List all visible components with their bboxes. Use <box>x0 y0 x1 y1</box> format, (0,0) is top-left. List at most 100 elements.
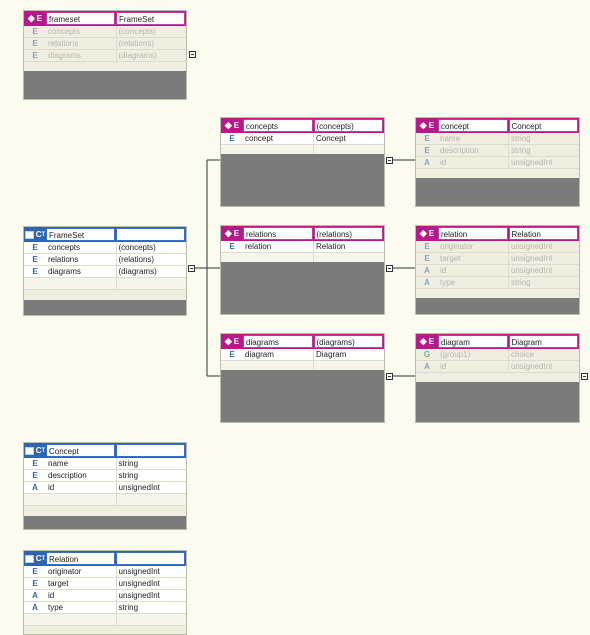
element-type[interactable]: Diagram <box>508 335 578 348</box>
box-header: ◆ E diagram Diagram <box>416 334 579 349</box>
relations-element-box[interactable]: ◆ E relations (relations) Erelation Relati… <box>220 225 385 315</box>
element-type[interactable]: Concept <box>508 119 578 132</box>
child-name: concept <box>245 134 274 143</box>
element-type[interactable]: (relations) <box>313 227 383 240</box>
element-name[interactable]: diagrams <box>243 335 313 348</box>
child-name: diagram <box>245 350 274 359</box>
element-badge: ◆ E <box>419 120 435 130</box>
minus-box-icon[interactable] <box>386 157 393 164</box>
child-row[interactable]: Atype string <box>416 277 579 289</box>
child-row[interactable]: Ediagrams (diagrams) <box>24 50 186 62</box>
element-icon: E <box>32 255 38 264</box>
complex-type-icon <box>24 446 34 455</box>
element-icon: E <box>229 242 235 251</box>
element-type[interactable]: FrameSet <box>116 12 185 25</box>
diamond-icon: ◆ <box>419 336 427 346</box>
element-type[interactable]: (concepts) <box>313 119 383 132</box>
child-name: type <box>440 278 456 287</box>
child-type: unsignedInt <box>115 578 187 589</box>
frameset-complex-type-box[interactable]: CT FrameSet Econcepts (concepts) Erelatio… <box>23 226 187 316</box>
child-row[interactable]: Aid unsignedInt <box>24 482 186 494</box>
child-type: (concepts) <box>115 26 187 37</box>
child-row[interactable]: Aid unsignedInt <box>24 590 186 602</box>
concepts-element-box[interactable]: ◆ E concepts (concepts) Econcept Concept <box>220 117 385 207</box>
child-row[interactable]: Edescription string <box>24 470 186 482</box>
group-icon: G <box>423 350 431 359</box>
child-row[interactable]: Aid unsignedInt <box>416 265 579 277</box>
child-row[interactable]: G (group1) choice <box>416 349 579 361</box>
element-icon: E <box>32 459 38 468</box>
child-row[interactable]: Aid unsignedInt <box>416 157 579 169</box>
element-type[interactable]: Relation <box>508 227 578 240</box>
type-name[interactable]: FrameSet <box>46 228 115 241</box>
minus-box-icon[interactable] <box>188 265 195 272</box>
element-icon: E <box>424 146 430 155</box>
child-name: id <box>48 483 55 492</box>
child-row[interactable]: Etarget unsignedInt <box>416 253 579 265</box>
diamond-icon: ◆ <box>224 336 232 346</box>
relation-complex-type-box[interactable]: CT Relation Eoriginator unsignedInt Etarg… <box>23 550 187 635</box>
attribute-icon: A <box>424 158 430 167</box>
child-row[interactable]: Ename string <box>24 458 186 470</box>
minus-box-icon[interactable] <box>386 265 393 272</box>
complex-type-badge: CT <box>24 227 46 242</box>
child-type: string <box>115 602 187 613</box>
child-row[interactable]: Ediagrams (diagrams) <box>24 266 186 278</box>
type-name[interactable]: Relation <box>46 552 115 565</box>
child-row[interactable]: Edescription string <box>416 145 579 157</box>
concept-complex-type-box[interactable]: CT Concept Ename string Edescription strin… <box>23 442 187 530</box>
element-icon: E <box>32 243 38 252</box>
child-type: string <box>115 458 187 469</box>
child-name: target <box>440 254 461 263</box>
child-row[interactable]: Econcept Concept <box>221 133 384 145</box>
element-icon: E <box>32 39 38 48</box>
box-footer <box>24 71 186 99</box>
minus-box-icon[interactable] <box>189 51 196 58</box>
child-name: concepts <box>48 243 81 252</box>
diamond-icon: ◆ <box>419 120 427 130</box>
type-base[interactable] <box>116 552 185 565</box>
child-row[interactable]: Erelations (relations) <box>24 254 186 266</box>
empty-row <box>24 278 186 290</box>
diagram-element-box[interactable]: ◆ E diagram Diagram G (group1) choice Aid un… <box>415 333 580 423</box>
complex-type-icon <box>24 554 34 563</box>
child-name: relations <box>48 255 79 264</box>
child-row[interactable]: Ediagram Diagram <box>221 349 384 361</box>
child-type: (concepts) <box>115 242 187 253</box>
minus-box-icon[interactable] <box>386 373 393 380</box>
diagrams-element-box[interactable]: ◆ E diagrams (diagrams) Ediagram Diagram <box>220 333 385 423</box>
box-header: ◆ E concepts (concepts) <box>221 118 384 133</box>
child-row[interactable]: Eoriginator unsignedInt <box>416 241 579 253</box>
element-icon: E <box>424 242 430 251</box>
child-row[interactable]: Erelation Relation <box>221 241 384 253</box>
child-type: (relations) <box>115 254 187 265</box>
element-name[interactable]: frameset <box>46 12 115 25</box>
relation-element-box[interactable]: ◆ E relation Relation Eoriginator unsigned… <box>415 225 580 315</box>
child-row[interactable]: Etarget unsignedInt <box>24 578 186 590</box>
element-badge: ◆ E <box>224 336 240 346</box>
element-name[interactable]: relations <box>243 227 313 240</box>
child-row[interactable]: Ename string <box>416 133 579 145</box>
child-row[interactable]: Aid unsignedInt <box>416 361 579 373</box>
box-footer <box>416 382 579 422</box>
element-name[interactable]: diagram <box>438 335 508 348</box>
child-row[interactable]: Atype string <box>24 602 186 614</box>
child-row[interactable]: Econcepts (concepts) <box>24 242 186 254</box>
child-row[interactable]: Eoriginator unsignedInt <box>24 566 186 578</box>
element-name[interactable]: concepts <box>243 119 313 132</box>
child-type: choice <box>508 349 579 360</box>
attribute-icon: A <box>32 483 38 492</box>
minus-box-icon[interactable] <box>581 373 588 380</box>
element-icon: E <box>32 579 38 588</box>
type-name[interactable]: Concept <box>46 444 115 457</box>
type-base[interactable] <box>116 228 185 241</box>
frameset-element-box[interactable]: ◆ E frameset FrameSet Econcepts (concepts)… <box>23 10 187 100</box>
element-name[interactable]: concept <box>438 119 508 132</box>
concept-element-box[interactable]: ◆ E concept Concept Ename string Edescript… <box>415 117 580 207</box>
element-name[interactable]: relation <box>438 227 508 240</box>
box-footer <box>24 516 186 529</box>
type-base[interactable] <box>116 444 185 457</box>
child-row[interactable]: Erelations (relations) <box>24 38 186 50</box>
element-type[interactable]: (diagrams) <box>313 335 383 348</box>
child-row[interactable]: Econcepts (concepts) <box>24 26 186 38</box>
